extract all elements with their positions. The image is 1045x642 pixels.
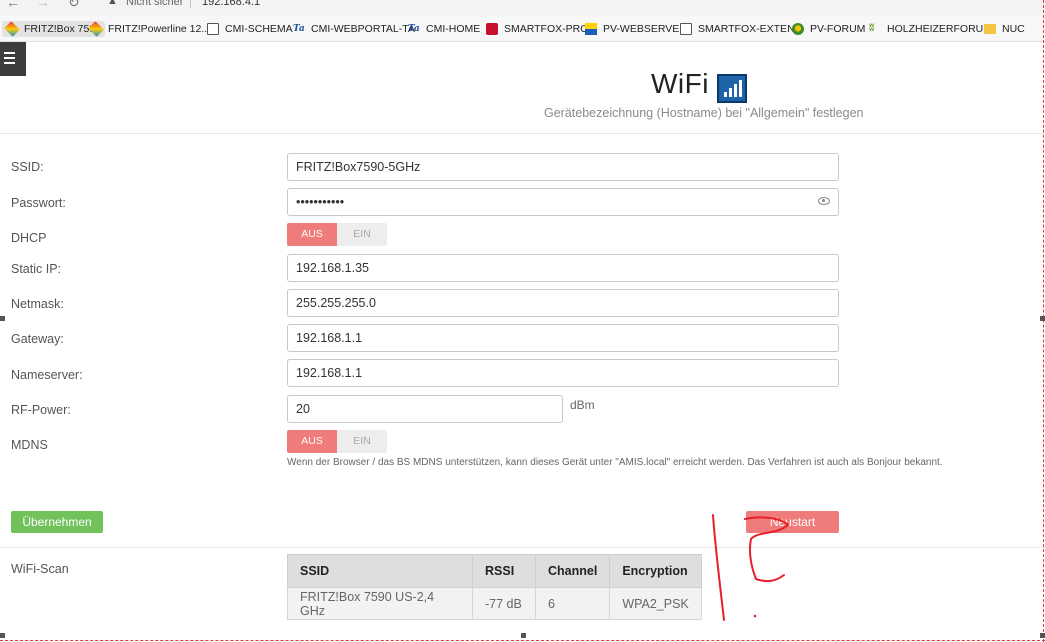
selection-border-right: [1043, 0, 1044, 642]
bookmarks-bar: FRITZ!Box 7590 FRITZ!Powerline 12... CMI…: [0, 15, 1045, 42]
resize-handle-bottom-right[interactable]: [1040, 633, 1045, 638]
bookmark-nuc[interactable]: NUC: [984, 21, 1025, 37]
holzheizer-icon: ʬ: [869, 23, 875, 34]
menu-button[interactable]: [0, 42, 26, 76]
bookmark-label: PV-FORUM: [810, 23, 866, 35]
bookmark-label: FRITZ!Powerline 12...: [108, 23, 211, 35]
page-icon: [680, 23, 692, 35]
bookmark-cmi-webportal[interactable]: Ta CMI-WEBPORTAL-TA: [293, 21, 415, 37]
cell-encryption: WPA2_PSK: [609, 587, 703, 620]
pv-icon: [585, 23, 597, 35]
apply-button[interactable]: Übernehmen: [11, 511, 103, 533]
static-ip-label: Static IP:: [11, 262, 62, 276]
bookmark-cmi-schema[interactable]: CMI-SCHEMA: [207, 21, 293, 37]
page-icon: [207, 23, 219, 35]
nameserver-label: Nameserver:: [11, 368, 83, 382]
eye-icon[interactable]: [818, 197, 830, 205]
password-label: Passwort:: [11, 196, 66, 210]
bookmark-cmi-home[interactable]: Ta CMI-HOME: [408, 21, 480, 37]
bookmark-label: SMARTFOX-EXTEN...: [698, 23, 804, 35]
bookmark-fritz-powerline[interactable]: FRITZ!Powerline 12...: [88, 21, 211, 37]
ta-icon: Ta: [293, 24, 305, 34]
column-header-channel: Channel: [534, 554, 611, 588]
page-subtitle: Gerätebezeichnung (Hostname) bei "Allgem…: [544, 106, 864, 120]
reload-icon[interactable]: ↻: [68, 0, 80, 11]
hamburger-icon-bar: [4, 62, 15, 64]
password-field[interactable]: •••••••••••: [287, 188, 839, 216]
selection-border-bottom: [0, 640, 1045, 641]
fritz-icon: [4, 21, 20, 37]
bookmark-holzheizerforum[interactable]: ʬ HOLZHEIZERFORUM: [869, 21, 992, 37]
column-header-encryption: Encryption: [609, 554, 703, 588]
bookmark-label: CMI-WEBPORTAL-TA: [311, 23, 415, 35]
url-text[interactable]: 192.168.4.1: [202, 0, 260, 8]
bookmark-label: CMI-HOME: [426, 23, 481, 35]
rf-power-unit: dBm: [570, 398, 595, 412]
address-separator: |: [189, 0, 192, 8]
scan-divider: [0, 547, 1045, 548]
mdns-hint: Wenn der Browser / das BS MDNS unterstüt…: [287, 457, 943, 468]
dhcp-label: DHCP: [11, 231, 47, 245]
table-row[interactable]: FRITZ!Box 7590 US-2,4 GHz -77 dB 6 WPA2_…: [287, 587, 703, 620]
bookmark-label: CMI-SCHEMA: [225, 23, 293, 35]
header-divider: [0, 133, 1045, 134]
netmask-field[interactable]: 255.255.255.0: [287, 289, 839, 317]
resize-handle-bottom-left[interactable]: [0, 633, 5, 638]
forward-icon[interactable]: →: [36, 0, 50, 10]
mdns-label: MDNS: [11, 438, 48, 452]
bookmark-label: SMARTFOX-PRO: [504, 23, 589, 35]
cell-channel: 6: [534, 587, 611, 620]
ta-icon: Ta: [408, 24, 420, 34]
forum-icon: [792, 23, 804, 35]
wifi-scan-label: WiFi-Scan: [11, 562, 69, 576]
bookmark-smartfox-exten[interactable]: SMARTFOX-EXTEN...: [680, 21, 803, 37]
gateway-label: Gateway:: [11, 332, 64, 346]
cell-rssi: -77 dB: [472, 587, 536, 620]
page-title: WiFi: [651, 68, 709, 99]
bookmark-label: NUC: [1002, 23, 1025, 35]
wifi-scan-table: SSID RSSI Channel Encryption FRITZ!Box 7…: [287, 554, 703, 620]
column-header-rssi: RSSI: [472, 554, 536, 588]
browser-address-bar: ← → ↻ ▲ Nicht sicher | 192.168.4.1: [0, 0, 1045, 15]
bookmark-label: HOLZHEIZERFORUM: [887, 23, 992, 35]
warning-icon: ▲: [107, 0, 118, 7]
resize-handle-right[interactable]: [1040, 316, 1045, 321]
folder-icon: [984, 24, 996, 34]
fritz-icon: [88, 21, 104, 37]
bookmark-pv-webserver[interactable]: PV-WEBSERVER: [585, 21, 687, 37]
bookmark-smartfox-pro[interactable]: SMARTFOX-PRO: [486, 21, 588, 37]
back-icon[interactable]: ←: [6, 0, 20, 10]
nameserver-field[interactable]: 192.168.1.1: [287, 359, 839, 387]
mdns-on-option[interactable]: EIN: [337, 430, 387, 453]
rf-power-label: RF-Power:: [11, 403, 71, 417]
handwritten-annotation: [712, 514, 789, 621]
bookmark-pv-forum[interactable]: PV-FORUM: [792, 21, 865, 37]
table-header-row: SSID RSSI Channel Encryption: [287, 554, 703, 588]
hamburger-icon: [4, 52, 15, 54]
column-header-ssid: SSID: [287, 554, 473, 588]
resize-handle-bottom[interactable]: [521, 633, 526, 638]
wifi-signal-icon: [717, 74, 747, 103]
static-ip-field[interactable]: 192.168.1.35: [287, 254, 839, 282]
cell-ssid: FRITZ!Box 7590 US-2,4 GHz: [287, 587, 473, 620]
dhcp-toggle[interactable]: AUS EIN: [287, 223, 387, 246]
netmask-label: Netmask:: [11, 297, 64, 311]
security-label[interactable]: Nicht sicher: [126, 0, 183, 8]
dhcp-on-option[interactable]: EIN: [337, 223, 387, 246]
rf-power-field[interactable]: 20: [287, 395, 563, 423]
hamburger-icon-bar: [4, 57, 15, 59]
gateway-field[interactable]: 192.168.1.1: [287, 324, 839, 352]
ssid-field[interactable]: FRITZ!Box7590-5GHz: [287, 153, 839, 181]
bookmark-label: PV-WEBSERVER: [603, 23, 687, 35]
smartfox-icon: [486, 23, 498, 35]
mdns-off-option[interactable]: AUS: [287, 430, 337, 453]
dhcp-off-option[interactable]: AUS: [287, 223, 337, 246]
password-value: •••••••••••: [296, 195, 345, 209]
resize-handle-left[interactable]: [0, 316, 5, 321]
mdns-toggle[interactable]: AUS EIN: [287, 430, 387, 453]
ssid-label: SSID:: [11, 160, 44, 174]
